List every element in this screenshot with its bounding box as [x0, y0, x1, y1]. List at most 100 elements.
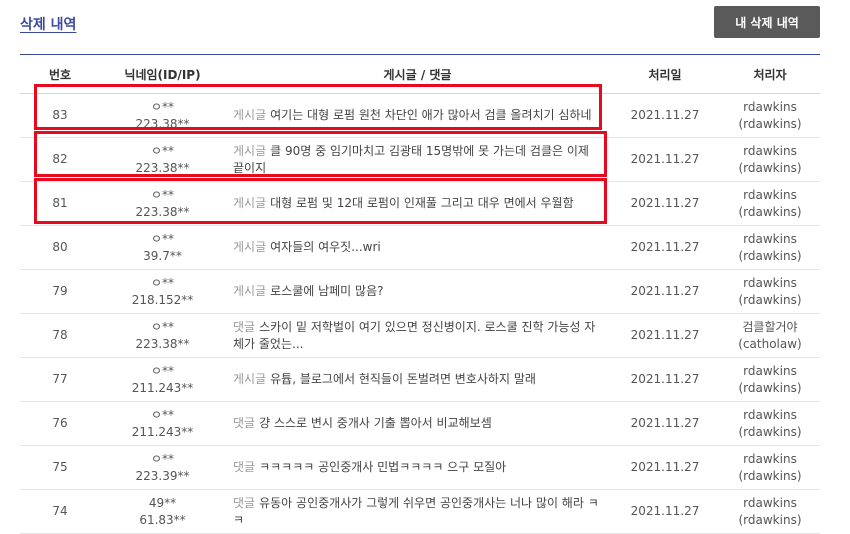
row-post[interactable]: 댓글 ㅋㅋㅋㅋㅋ 공인중개사 민법ㅋㅋㅋㅋ 으구 모질아	[225, 445, 610, 490]
column-header-post: 게시글 / 댓글	[225, 54, 610, 94]
row-handler: rdawkins (rdawkins)	[720, 357, 820, 402]
row-handler: 검클할거야 (catholaw)	[720, 313, 820, 358]
ip-text: 223.38**	[135, 204, 190, 219]
handler-name: rdawkins	[743, 187, 797, 202]
nickname-text: ㅇ**	[150, 275, 175, 290]
post-kind-label: 게시글	[233, 372, 267, 386]
post-text-link[interactable]: ㅋㅋㅋㅋㅋ 공인중개사 민법ㅋㅋㅋㅋ 으구 모질아	[259, 460, 506, 474]
row-date: 2021.11.27	[610, 93, 720, 138]
table-row[interactable]: 77 ㅇ** 211.243** 게시글 유튭, 블로그에서 현직들이 돈벌려면 변호사…	[20, 357, 820, 402]
post-text-link[interactable]: 유동아 공인중개사가 그렇게 쉬우면 공인중개사는 너나 많이 해라 ㅋㅋ	[233, 496, 599, 527]
nickname-text: ㅇ**	[150, 187, 175, 202]
column-header-date: 처리일	[610, 54, 720, 94]
row-handler: rdawkins (rdawkins)	[720, 225, 820, 270]
row-number: 77	[20, 357, 100, 402]
nickname-text: ㅇ**	[150, 143, 175, 158]
ip-text: 223.39**	[135, 468, 190, 483]
row-post[interactable]: 게시글 대형 로펌 및 12대 로펌이 인재풀 그리고 대우 면에서 우월함	[225, 181, 610, 226]
handler-id: (rdawkins)	[738, 160, 802, 175]
handler-id: (rdawkins)	[738, 512, 802, 527]
post-text-link[interactable]: 스카이 밑 저학벌이 여기 있으면 정신병이지. 로스쿨 진학 가능성 자체가 …	[233, 320, 595, 351]
row-date: 2021.11.27	[610, 489, 720, 534]
row-nickname: ㅇ** 223.38**	[100, 313, 225, 358]
table-row[interactable]: 74 49** 61.83** 댓글 유동아 공인중개사가 그렇게 쉬우면 공인중개사는…	[20, 489, 820, 534]
handler-id: (catholaw)	[738, 336, 802, 351]
ip-text: 223.38**	[135, 160, 190, 175]
deletion-table: 번호 닉네임(ID/IP) 게시글 / 댓글 처리일 처리자 83 ㅇ** 223.…	[20, 54, 820, 534]
row-post[interactable]: 댓글 스카이 밑 저학벌이 여기 있으면 정신병이지. 로스쿨 진학 가능성 자체…	[225, 313, 610, 358]
row-post[interactable]: 게시글 여기는 대형 로펌 원천 차단인 애가 많아서 검클 올려치기 심하네	[225, 93, 610, 138]
handler-id: (rdawkins)	[738, 292, 802, 307]
handler-id: (rdawkins)	[738, 468, 802, 483]
column-header-number: 번호	[20, 54, 100, 94]
ip-text: 218.152**	[131, 292, 194, 307]
handler-id: (rdawkins)	[738, 204, 802, 219]
column-header-nickname: 닉네임(ID/IP)	[100, 54, 225, 94]
row-date: 2021.11.27	[610, 181, 720, 226]
row-handler: rdawkins (rdawkins)	[720, 489, 820, 534]
table-row[interactable]: 76 ㅇ** 211.243** 댓글 걍 스스로 변시 중개사 기출 뽑아서 비교해보…	[20, 401, 820, 446]
row-number: 79	[20, 269, 100, 314]
row-number: 78	[20, 313, 100, 358]
row-handler: rdawkins (rdawkins)	[720, 401, 820, 446]
row-nickname: ㅇ** 223.38**	[100, 137, 225, 182]
table-row[interactable]: 83 ㅇ** 223.38** 게시글 여기는 대형 로펌 원천 차단인 애가 많아서 …	[20, 93, 820, 138]
nickname-text: ㅇ**	[150, 363, 175, 378]
my-deletions-button[interactable]: 내 삭제 내역	[714, 6, 820, 38]
table-header-row: 번호 닉네임(ID/IP) 게시글 / 댓글 처리일 처리자	[20, 54, 820, 94]
handler-name: rdawkins	[743, 495, 797, 510]
row-number: 82	[20, 137, 100, 182]
post-text-link[interactable]: 여자들의 여우짓...wri	[270, 240, 381, 254]
row-post[interactable]: 게시글 여자들의 여우짓...wri	[225, 225, 610, 270]
column-header-handler: 처리자	[720, 54, 820, 94]
page-edge	[838, 0, 850, 524]
post-text-link[interactable]: 유튭, 블로그에서 현직들이 돈벌려면 변호사하지 말래	[270, 372, 536, 386]
handler-name: rdawkins	[743, 451, 797, 466]
row-number: 80	[20, 225, 100, 270]
post-text-link[interactable]: 클 90명 중 임기마치고 김광태 15명밖에 못 가는데 검클은 이제 끝이지	[233, 144, 589, 175]
row-date: 2021.11.27	[610, 313, 720, 358]
table-row[interactable]: 75 ㅇ** 223.39** 댓글 ㅋㅋㅋㅋㅋ 공인중개사 민법ㅋㅋㅋㅋ 으구 모질아…	[20, 445, 820, 490]
nickname-text: ㅇ**	[150, 407, 175, 422]
ip-text: 211.243**	[131, 380, 194, 395]
table-row[interactable]: 78 ㅇ** 223.38** 댓글 스카이 밑 저학벌이 여기 있으면 정신병이지. …	[20, 313, 820, 358]
page-title[interactable]: 삭제 내역	[20, 14, 76, 34]
row-post[interactable]: 게시글 로스쿨에 남페미 많음?	[225, 269, 610, 314]
table-row[interactable]: 79 ㅇ** 218.152** 게시글 로스쿨에 남페미 많음? 2021.11.27 r…	[20, 269, 820, 314]
row-nickname: ㅇ** 223.38**	[100, 181, 225, 226]
row-nickname: ㅇ** 39.7**	[100, 225, 225, 270]
row-nickname: ㅇ** 211.243**	[100, 401, 225, 446]
handler-name: 검클할거야	[742, 319, 798, 334]
row-handler: rdawkins (rdawkins)	[720, 181, 820, 226]
row-date: 2021.11.27	[610, 269, 720, 314]
row-number: 81	[20, 181, 100, 226]
post-text-link[interactable]: 걍 스스로 변시 중개사 기출 뽑아서 비교해보셈	[259, 416, 492, 430]
table-row[interactable]: 82 ㅇ** 223.38** 게시글 클 90명 중 임기마치고 김광태 15명밖에 …	[20, 137, 820, 182]
handler-id: (rdawkins)	[738, 380, 802, 395]
row-date: 2021.11.27	[610, 445, 720, 490]
post-text-link[interactable]: 대형 로펌 및 12대 로펌이 인재풀 그리고 대우 면에서 우월함	[270, 196, 574, 210]
row-date: 2021.11.27	[610, 401, 720, 446]
ip-text: 223.38**	[135, 336, 190, 351]
post-kind-label: 게시글	[233, 196, 267, 210]
row-handler: rdawkins (rdawkins)	[720, 137, 820, 182]
row-post[interactable]: 댓글 걍 스스로 변시 중개사 기출 뽑아서 비교해보셈	[225, 401, 610, 446]
post-text-link[interactable]: 여기는 대형 로펌 원천 차단인 애가 많아서 검클 올려치기 심하네	[270, 108, 591, 122]
row-handler: rdawkins (rdawkins)	[720, 445, 820, 490]
row-nickname: ㅇ** 223.39**	[100, 445, 225, 490]
table-row[interactable]: 81 ㅇ** 223.38** 게시글 대형 로펌 및 12대 로펌이 인재풀 그리고 …	[20, 181, 820, 226]
post-kind-label: 댓글	[233, 460, 256, 474]
post-kind-label: 게시글	[233, 108, 267, 122]
handler-name: rdawkins	[743, 275, 797, 290]
row-post[interactable]: 게시글 클 90명 중 임기마치고 김광태 15명밖에 못 가는데 검클은 이제 …	[225, 137, 610, 182]
post-kind-label: 댓글	[233, 495, 256, 510]
row-post[interactable]: 게시글 유튭, 블로그에서 현직들이 돈벌려면 변호사하지 말래	[225, 357, 610, 402]
row-number: 83	[20, 93, 100, 138]
row-number: 76	[20, 401, 100, 446]
table-row[interactable]: 80 ㅇ** 39.7** 게시글 여자들의 여우짓...wri 2021.11.27 rd…	[20, 225, 820, 270]
handler-id: (rdawkins)	[738, 116, 802, 131]
post-text-link[interactable]: 로스쿨에 남페미 많음?	[270, 284, 383, 298]
handler-name: rdawkins	[743, 99, 797, 114]
row-handler: rdawkins (rdawkins)	[720, 93, 820, 138]
row-post[interactable]: 댓글 유동아 공인중개사가 그렇게 쉬우면 공인중개사는 너나 많이 해라 ㅋㅋ	[225, 489, 610, 534]
